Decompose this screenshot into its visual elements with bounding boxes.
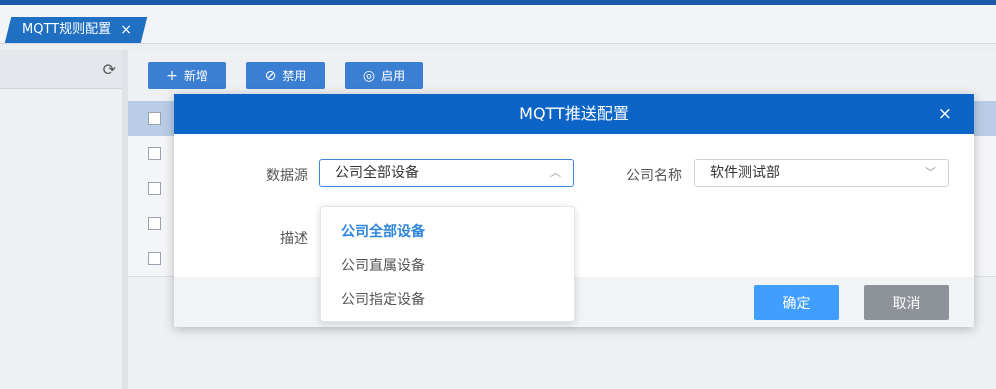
ban-icon: ⊘ [264, 67, 277, 84]
plus-icon: + [166, 67, 178, 84]
description-label: 描述 [280, 231, 308, 247]
tab-bar: MQTT规则配置 × [0, 5, 996, 44]
dialog-title: MQTT推送配置 [519, 104, 629, 123]
chevron-down-icon: ﹀ [925, 166, 936, 179]
dialog-close-icon[interactable]: × [938, 94, 952, 134]
datasource-dropdown: 公司全部设备 公司直属设备 公司指定设备 [320, 206, 575, 322]
datasource-value: 公司全部设备 [335, 165, 419, 181]
check-circle-icon: ◎ [362, 67, 376, 84]
dialog-header: MQTT推送配置 × [174, 94, 974, 134]
left-panel-header: ⟳ [0, 50, 122, 89]
confirm-button[interactable]: 确定 [754, 285, 839, 320]
chevron-up-icon: ︿ [550, 166, 561, 179]
disable-button[interactable]: ⊘ 禁用 [246, 62, 325, 89]
left-tree-panel: ⟳ [0, 50, 123, 389]
company-name-value: 软件测试部 [710, 165, 780, 181]
cancel-button[interactable]: 取消 [864, 285, 949, 320]
tab-close-icon[interactable]: × [120, 17, 132, 43]
row-checkbox[interactable] [148, 217, 161, 230]
add-button[interactable]: + 新增 [148, 62, 226, 89]
tab-mqtt-rules[interactable]: MQTT规则配置 × [4, 17, 148, 43]
row-checkbox[interactable] [148, 147, 161, 160]
datasource-select[interactable]: 公司全部设备 ︿ [319, 159, 574, 187]
select-all-checkbox[interactable] [148, 112, 161, 125]
company-name-label: 公司名称 [626, 168, 682, 184]
row-checkbox[interactable] [148, 182, 161, 195]
dropdown-option[interactable]: 公司全部设备 [341, 221, 425, 241]
dropdown-option[interactable]: 公司指定设备 [341, 289, 425, 309]
disable-button-label: 禁用 [282, 69, 307, 83]
tab-label: MQTT规则配置 [22, 22, 112, 37]
company-name-select[interactable]: 软件测试部 ﹀ [694, 159, 949, 187]
refresh-icon[interactable]: ⟳ [103, 60, 116, 79]
datasource-label: 数据源 [266, 168, 308, 184]
enable-button[interactable]: ◎ 启用 [345, 62, 423, 89]
dropdown-option[interactable]: 公司直属设备 [341, 255, 425, 275]
enable-button-label: 启用 [381, 69, 406, 83]
row-checkbox[interactable] [148, 252, 161, 265]
add-button-label: 新增 [183, 69, 208, 83]
